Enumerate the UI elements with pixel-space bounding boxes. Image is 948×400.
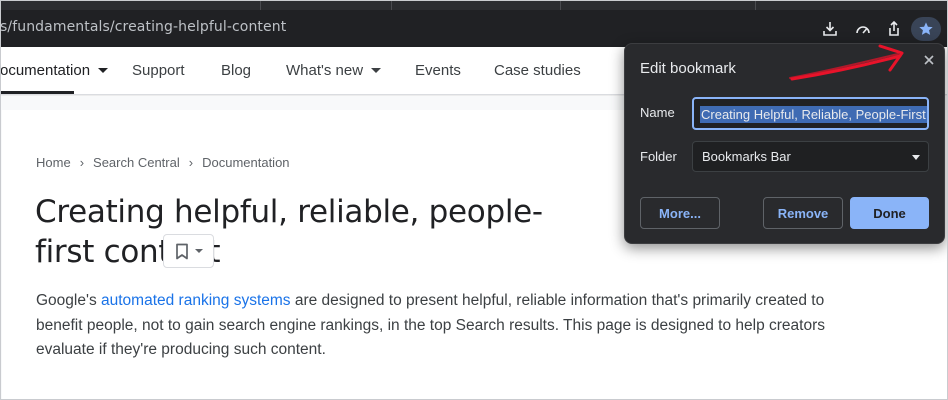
nav-support[interactable]: Support: [132, 62, 185, 79]
tab-strip: [0, 0, 948, 10]
nav-whats-new-label: What's new: [286, 62, 364, 79]
tab-divider: [391, 0, 392, 10]
tab-divider: [755, 0, 756, 10]
nav-blog[interactable]: Blog: [221, 62, 251, 79]
folder-select[interactable]: Bookmarks Bar: [692, 141, 929, 172]
nav-documentation[interactable]: ocumentation: [0, 62, 109, 79]
tab-divider: [560, 0, 561, 10]
folder-value: Bookmarks Bar: [702, 149, 791, 164]
breadcrumb-search-central[interactable]: Search Central: [93, 155, 180, 170]
breadcrumb: Home › Search Central › Documentation: [36, 155, 290, 170]
folder-label: Folder: [640, 149, 677, 164]
page-title: Creating helpful, reliable, people-first…: [35, 194, 543, 270]
bookmark-star-button[interactable]: [911, 17, 941, 41]
bookmark-icon: [175, 243, 188, 259]
star-icon: [919, 22, 933, 35]
page-bookmark-button[interactable]: [163, 234, 214, 268]
breadcrumb-home[interactable]: Home: [36, 155, 71, 170]
chevron-right-icon: ›: [79, 155, 85, 170]
nav-active-indicator: [0, 91, 74, 94]
edit-bookmark-dialog: Edit bookmark Name Creating Helpful, Rel…: [624, 43, 945, 244]
dialog-title: Edit bookmark: [640, 60, 736, 77]
nav-documentation-label: ocumentation: [0, 62, 91, 79]
remove-button[interactable]: Remove: [763, 197, 843, 229]
close-icon[interactable]: [919, 50, 939, 70]
more-button[interactable]: More...: [640, 197, 720, 229]
breadcrumb-documentation[interactable]: Documentation: [202, 155, 289, 170]
nav-case-studies[interactable]: Case studies: [494, 62, 581, 79]
automated-ranking-link[interactable]: automated ranking systems: [101, 292, 291, 309]
nav-events[interactable]: Events: [415, 62, 461, 79]
url-text[interactable]: s/fundamentals/creating-helpful-content: [0, 19, 286, 35]
chevron-down-icon: [98, 68, 109, 73]
address-bar[interactable]: s/fundamentals/creating-helpful-content: [0, 10, 948, 47]
chevron-right-icon: ›: [188, 155, 194, 170]
download-icon[interactable]: [819, 18, 841, 40]
nav-whats-new[interactable]: What's new: [286, 62, 382, 79]
performance-icon[interactable]: [852, 18, 874, 40]
intro-paragraph: Google's automated ranking systems are d…: [36, 289, 866, 363]
bookmark-name-input[interactable]: Creating Helpful, Reliable, People-First: [692, 97, 929, 130]
share-icon[interactable]: [883, 18, 905, 40]
tab-divider: [260, 0, 261, 10]
chevron-down-icon: [194, 249, 203, 253]
chevron-down-icon: [371, 68, 382, 73]
bookmark-name-value: Creating Helpful, Reliable, People-First: [700, 106, 927, 123]
chevron-down-icon: [912, 155, 920, 160]
intro-prefix: Google's: [36, 292, 101, 309]
done-button[interactable]: Done: [850, 197, 929, 229]
name-label: Name: [640, 105, 675, 120]
